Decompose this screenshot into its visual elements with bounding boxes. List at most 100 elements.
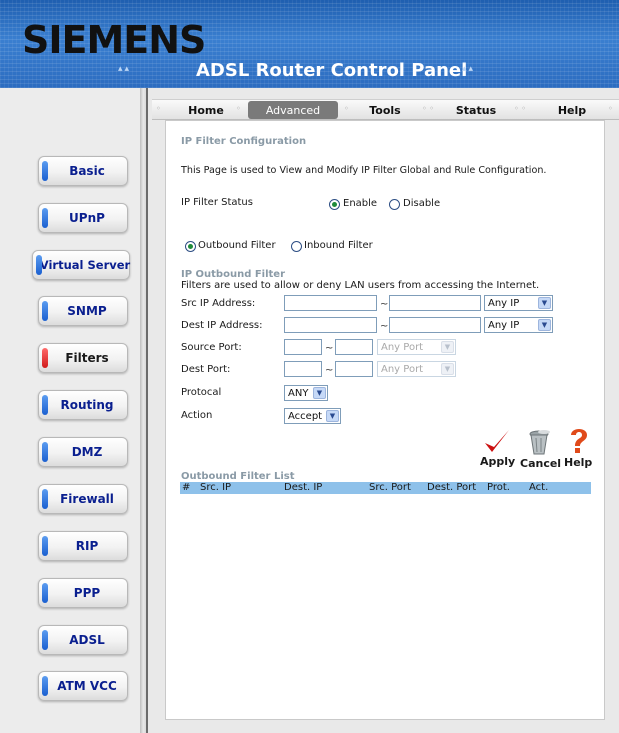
action-label: Action	[181, 410, 213, 421]
sidebar-item-ppp[interactable]: PPP	[38, 578, 128, 608]
inbound-filter-label[interactable]: Inbound Filter	[304, 240, 373, 251]
range-separator: ~	[380, 299, 389, 310]
cancel-button[interactable]: Cancel	[518, 428, 562, 470]
inbound-filter-radio[interactable]	[291, 241, 302, 252]
sidebar-item-upnp[interactable]: UPnP	[38, 203, 128, 233]
dest-ip-mode-select[interactable]: Any IP ▼	[484, 317, 553, 333]
help-label: Help	[564, 456, 593, 469]
sidebar-item-firewall[interactable]: Firewall	[38, 484, 128, 514]
sidebar-item-snmp[interactable]: SNMP	[38, 296, 128, 326]
header-decor-right: ▴▴	[462, 64, 476, 74]
trash-can-icon	[529, 430, 550, 455]
dest-ip-to-input[interactable]	[389, 317, 481, 333]
sidebar-tab-icon	[42, 208, 48, 228]
panel-title: ADSL Router Control Panel	[196, 60, 468, 81]
filter-list-title: Outbound Filter List	[181, 471, 295, 482]
column-header-dest-ip: Dest. IP	[284, 482, 323, 493]
nav-separator-icon: ◦	[608, 104, 613, 113]
page-description: This Page is used to View and Modify IP …	[181, 165, 547, 176]
content-panel	[165, 120, 605, 720]
dest-port-from-input[interactable]	[284, 361, 322, 377]
src-ip-mode-select[interactable]: Any IP ▼	[484, 295, 553, 311]
tab-advanced[interactable]: Advanced	[248, 101, 338, 119]
sidebar-item-routing[interactable]: Routing	[38, 390, 128, 420]
sidebar-tab-icon	[42, 301, 48, 321]
top-nav: ◦ Home ◦ Advanced ◦ Tools ◦ ◦ Status ◦ ◦…	[152, 99, 619, 120]
protocol-select[interactable]: ANY ▼	[284, 385, 328, 401]
chevron-down-icon: ▼	[538, 297, 551, 309]
dest-port-to-input[interactable]	[335, 361, 373, 377]
tab-help[interactable]: Help	[552, 101, 592, 119]
apply-button[interactable]: Apply	[478, 428, 516, 470]
header-banner: SIEMENS ▴▴ ADSL Router Control Panel ▴▴	[0, 0, 619, 88]
tab-status[interactable]: Status	[444, 101, 508, 119]
outbound-filter-description: Filters are used to allow or deny LAN us…	[181, 280, 540, 291]
sidebar-item-label: RIP	[75, 539, 99, 553]
sidebar-item-label: PPP	[73, 586, 101, 600]
dest-ip-label: Dest IP Address:	[181, 320, 263, 331]
page-title: IP Filter Configuration	[181, 136, 307, 147]
brand-logo: SIEMENS	[22, 18, 206, 62]
sidebar-tab-icon	[42, 676, 48, 696]
sidebar-item-label: DMZ	[71, 445, 103, 459]
sidebar-item-basic[interactable]: Basic	[38, 156, 128, 186]
sidebar-item-atm-vcc[interactable]: ATM VCC	[38, 671, 128, 701]
disable-label[interactable]: Disable	[403, 198, 440, 209]
header-decor-left: ▴▴	[118, 64, 132, 74]
question-mark-icon	[571, 429, 587, 453]
nav-separator-icon: ◦ ◦	[514, 104, 526, 113]
outbound-filter-radio[interactable]	[185, 241, 196, 252]
sidebar-item-label: ATM VCC	[57, 679, 117, 693]
apply-label: Apply	[480, 455, 516, 468]
src-ip-to-input[interactable]	[389, 295, 481, 311]
sidebar-item-label: Basic	[69, 164, 105, 178]
enable-radio[interactable]	[329, 199, 340, 210]
sidebar-item-label: ADSL	[69, 633, 105, 647]
tab-home[interactable]: Home	[182, 101, 230, 119]
select-value: Accept	[288, 410, 323, 422]
sidebar-item-rip[interactable]: RIP	[38, 531, 128, 561]
sidebar-tab-icon	[36, 255, 42, 275]
source-port-from-input[interactable]	[284, 339, 322, 355]
chevron-down-icon: ▼	[326, 410, 339, 422]
disable-radio[interactable]	[389, 199, 400, 210]
help-button[interactable]: Help	[562, 428, 592, 470]
dest-ip-from-input[interactable]	[284, 317, 377, 333]
sidebar-item-adsl[interactable]: ADSL	[38, 625, 128, 655]
sidebar-item-dmz[interactable]: DMZ	[38, 437, 128, 467]
select-value: Any IP	[488, 297, 520, 309]
action-select[interactable]: Accept ▼	[284, 408, 341, 424]
column-header-dest-port: Dest. Port	[427, 482, 477, 493]
column-header-protocol: Prot.	[487, 482, 510, 493]
select-value: Any Port	[381, 363, 424, 375]
column-header-action: Act.	[529, 482, 549, 493]
chevron-down-icon: ▼	[313, 387, 326, 399]
sidebar-tab-icon	[42, 161, 48, 181]
select-value: Any Port	[381, 341, 424, 353]
chevron-down-icon: ▼	[441, 341, 454, 353]
sidebar-tab-icon	[42, 536, 48, 556]
filter-list-header: # Src. IP Dest. IP Src. Port Dest. Port …	[180, 482, 591, 494]
outbound-filter-label[interactable]: Outbound Filter	[198, 240, 276, 251]
range-separator: ~	[325, 343, 334, 354]
dest-port-mode-select: Any Port ▼	[377, 361, 456, 377]
nav-separator-icon: ◦ ◦	[422, 104, 434, 113]
tab-tools[interactable]: Tools	[358, 101, 412, 119]
sidebar-item-label: UPnP	[69, 211, 105, 225]
cancel-label: Cancel	[520, 457, 562, 470]
sidebar-tab-icon	[42, 630, 48, 650]
source-port-label: Source Port:	[181, 342, 242, 353]
enable-label[interactable]: Enable	[343, 198, 377, 209]
sidebar-item-virtual-server[interactable]: Virtual Server	[32, 250, 130, 280]
protocol-label: Protocal	[181, 387, 222, 398]
nav-separator-icon: ◦	[236, 104, 241, 113]
sidebar-tab-icon	[42, 442, 48, 462]
column-header-src-ip: Src. IP	[200, 482, 232, 493]
sidebar-item-label: Firewall	[60, 492, 114, 506]
sidebar-tab-icon	[42, 489, 48, 509]
range-separator: ~	[325, 365, 334, 376]
sidebar-item-filters[interactable]: Filters	[38, 343, 128, 373]
src-ip-from-input[interactable]	[284, 295, 377, 311]
dest-port-label: Dest Port:	[181, 364, 231, 375]
source-port-to-input[interactable]	[335, 339, 373, 355]
